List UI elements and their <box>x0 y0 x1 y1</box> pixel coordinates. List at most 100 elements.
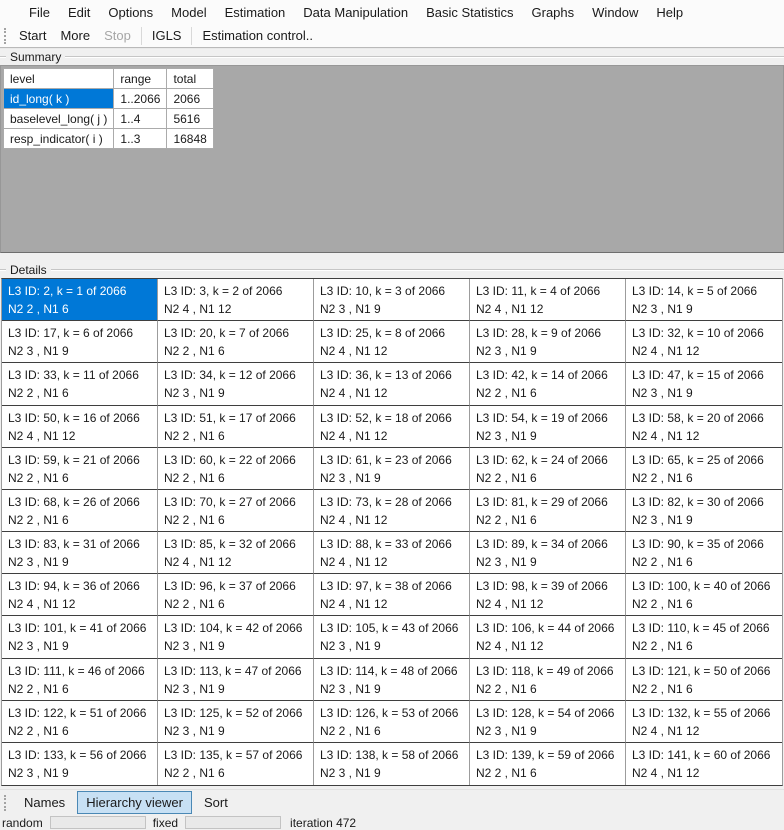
toolbar-button-more[interactable]: More <box>53 25 97 46</box>
hierarchy-cell-k55[interactable]: L3 ID: 132, k = 55 of 2066N2 4 , N1 12 <box>626 701 782 743</box>
cell-line1: L3 ID: 52, k = 18 of 2066 <box>320 409 463 427</box>
hierarchy-cell-k46[interactable]: L3 ID: 111, k = 46 of 2066N2 2 , N1 6 <box>2 659 158 701</box>
menu-item-help[interactable]: Help <box>647 1 692 24</box>
hierarchy-cell-k50[interactable]: L3 ID: 121, k = 50 of 2066N2 2 , N1 6 <box>626 659 782 701</box>
menu-item-data-manipulation[interactable]: Data Manipulation <box>294 1 417 24</box>
hierarchy-cell-k51[interactable]: L3 ID: 122, k = 51 of 2066N2 2 , N1 6 <box>2 701 158 743</box>
menu-item-estimation[interactable]: Estimation <box>216 1 295 24</box>
summary-cell-level[interactable]: id_long( k ) <box>4 89 114 109</box>
hierarchy-cell-k15[interactable]: L3 ID: 47, k = 15 of 2066N2 3 , N1 9 <box>626 363 782 405</box>
hierarchy-cell-k2[interactable]: L3 ID: 3, k = 2 of 2066N2 4 , N1 12 <box>158 279 314 321</box>
toolbar-button-igls[interactable]: IGLS <box>145 25 189 46</box>
hierarchy-cell-k35[interactable]: L3 ID: 90, k = 35 of 2066N2 2 , N1 6 <box>626 532 782 574</box>
hierarchy-cell-k40[interactable]: L3 ID: 100, k = 40 of 2066N2 2 , N1 6 <box>626 574 782 616</box>
hierarchy-cell-k7[interactable]: L3 ID: 20, k = 7 of 2066N2 2 , N1 6 <box>158 321 314 363</box>
hierarchy-cell-k11[interactable]: L3 ID: 33, k = 11 of 2066N2 2 , N1 6 <box>2 363 158 405</box>
hierarchy-cell-k14[interactable]: L3 ID: 42, k = 14 of 2066N2 2 , N1 6 <box>470 363 626 405</box>
cell-line1: L3 ID: 51, k = 17 of 2066 <box>164 409 307 427</box>
hierarchy-cell-k49[interactable]: L3 ID: 118, k = 49 of 2066N2 2 , N1 6 <box>470 659 626 701</box>
hierarchy-cell-k48[interactable]: L3 ID: 114, k = 48 of 2066N2 3 , N1 9 <box>314 659 470 701</box>
hierarchy-cell-k10[interactable]: L3 ID: 32, k = 10 of 2066N2 4 , N1 12 <box>626 321 782 363</box>
cell-line1: L3 ID: 81, k = 29 of 2066 <box>476 493 619 511</box>
hierarchy-cell-k43[interactable]: L3 ID: 105, k = 43 of 2066N2 3 , N1 9 <box>314 616 470 658</box>
hierarchy-cell-k56[interactable]: L3 ID: 133, k = 56 of 2066N2 3 , N1 9 <box>2 743 158 785</box>
menu-item-options[interactable]: Options <box>99 1 162 24</box>
hierarchy-cell-k28[interactable]: L3 ID: 73, k = 28 of 2066N2 4 , N1 12 <box>314 490 470 532</box>
hierarchy-cell-k5[interactable]: L3 ID: 14, k = 5 of 2066N2 3 , N1 9 <box>626 279 782 321</box>
tab-hierarchy-viewer[interactable]: Hierarchy viewer <box>77 791 192 814</box>
hierarchy-cell-k6[interactable]: L3 ID: 17, k = 6 of 2066N2 3 , N1 9 <box>2 321 158 363</box>
menu-item-file[interactable]: File <box>20 1 59 24</box>
toolbar-button-estimation-control[interactable]: Estimation control.. <box>195 25 320 46</box>
cell-line2: N2 3 , N1 9 <box>632 511 776 529</box>
cell-line1: L3 ID: 28, k = 9 of 2066 <box>476 324 619 342</box>
hierarchy-cell-k9[interactable]: L3 ID: 28, k = 9 of 2066N2 3 , N1 9 <box>470 321 626 363</box>
cell-line2: N2 3 , N1 9 <box>8 764 151 782</box>
hierarchy-cell-k44[interactable]: L3 ID: 106, k = 44 of 2066N2 4 , N1 12 <box>470 616 626 658</box>
hierarchy-cell-k53[interactable]: L3 ID: 126, k = 53 of 2066N2 2 , N1 6 <box>314 701 470 743</box>
hierarchy-cell-k23[interactable]: L3 ID: 61, k = 23 of 2066N2 3 , N1 9 <box>314 448 470 490</box>
menu-item-graphs[interactable]: Graphs <box>523 1 584 24</box>
hierarchy-cell-k54[interactable]: L3 ID: 128, k = 54 of 2066N2 3 , N1 9 <box>470 701 626 743</box>
menu-item-basic-statistics[interactable]: Basic Statistics <box>417 1 522 24</box>
summary-row-resp-indicator-i[interactable]: resp_indicator( i )1..316848 <box>4 129 214 149</box>
hierarchy-cell-k24[interactable]: L3 ID: 62, k = 24 of 2066N2 2 , N1 6 <box>470 448 626 490</box>
menu-item-window[interactable]: Window <box>583 1 647 24</box>
summary-cell-level[interactable]: resp_indicator( i ) <box>4 129 114 149</box>
hierarchy-cell-k8[interactable]: L3 ID: 25, k = 8 of 2066N2 4 , N1 12 <box>314 321 470 363</box>
hierarchy-cell-k29[interactable]: L3 ID: 81, k = 29 of 2066N2 2 , N1 6 <box>470 490 626 532</box>
summary-row-baselevel-long-j[interactable]: baselevel_long( j )1..45616 <box>4 109 214 129</box>
hierarchy-cell-k57[interactable]: L3 ID: 135, k = 57 of 2066N2 2 , N1 6 <box>158 743 314 785</box>
hierarchy-cell-k20[interactable]: L3 ID: 58, k = 20 of 2066N2 4 , N1 12 <box>626 406 782 448</box>
cell-line1: L3 ID: 94, k = 36 of 2066 <box>8 577 151 595</box>
hierarchy-cell-k30[interactable]: L3 ID: 82, k = 30 of 2066N2 3 , N1 9 <box>626 490 782 532</box>
menu-item-edit[interactable]: Edit <box>59 1 99 24</box>
summary-cell-level[interactable]: baselevel_long( j ) <box>4 109 114 129</box>
hierarchy-cell-k39[interactable]: L3 ID: 98, k = 39 of 2066N2 4 , N1 12 <box>470 574 626 616</box>
hierarchy-cell-k38[interactable]: L3 ID: 97, k = 38 of 2066N2 4 , N1 12 <box>314 574 470 616</box>
hierarchy-cell-k33[interactable]: L3 ID: 88, k = 33 of 2066N2 4 , N1 12 <box>314 532 470 574</box>
hierarchy-cell-k45[interactable]: L3 ID: 110, k = 45 of 2066N2 2 , N1 6 <box>626 616 782 658</box>
hierarchy-cell-k25[interactable]: L3 ID: 65, k = 25 of 2066N2 2 , N1 6 <box>626 448 782 490</box>
cell-line2: N2 4 , N1 12 <box>320 384 463 402</box>
hierarchy-cell-k1[interactable]: L3 ID: 2, k = 1 of 2066N2 2 , N1 6 <box>2 279 158 321</box>
cell-line2: N2 4 , N1 12 <box>476 595 619 613</box>
cell-line1: L3 ID: 83, k = 31 of 2066 <box>8 535 151 553</box>
hierarchy-cell-k18[interactable]: L3 ID: 52, k = 18 of 2066N2 4 , N1 12 <box>314 406 470 448</box>
hierarchy-cell-k27[interactable]: L3 ID: 70, k = 27 of 2066N2 2 , N1 6 <box>158 490 314 532</box>
hierarchy-cell-k59[interactable]: L3 ID: 139, k = 59 of 2066N2 2 , N1 6 <box>470 743 626 785</box>
hierarchy-cell-k52[interactable]: L3 ID: 125, k = 52 of 2066N2 3 , N1 9 <box>158 701 314 743</box>
hierarchy-cell-k41[interactable]: L3 ID: 101, k = 41 of 2066N2 3 , N1 9 <box>2 616 158 658</box>
hierarchy-cell-k21[interactable]: L3 ID: 59, k = 21 of 2066N2 2 , N1 6 <box>2 448 158 490</box>
hierarchy-cell-k47[interactable]: L3 ID: 113, k = 47 of 2066N2 3 , N1 9 <box>158 659 314 701</box>
cell-line1: L3 ID: 111, k = 46 of 2066 <box>8 662 151 680</box>
menu-item-model[interactable]: Model <box>162 1 215 24</box>
cell-line2: N2 3 , N1 9 <box>320 680 463 698</box>
cell-line2: N2 3 , N1 9 <box>320 764 463 782</box>
hierarchy-cell-k34[interactable]: L3 ID: 89, k = 34 of 2066N2 3 , N1 9 <box>470 532 626 574</box>
tab-names[interactable]: Names <box>15 791 74 814</box>
hierarchy-cell-k16[interactable]: L3 ID: 50, k = 16 of 2066N2 4 , N1 12 <box>2 406 158 448</box>
hierarchy-cell-k13[interactable]: L3 ID: 36, k = 13 of 2066N2 4 , N1 12 <box>314 363 470 405</box>
hierarchy-cell-k4[interactable]: L3 ID: 11, k = 4 of 2066N2 4 , N1 12 <box>470 279 626 321</box>
hierarchy-cell-k12[interactable]: L3 ID: 34, k = 12 of 2066N2 3 , N1 9 <box>158 363 314 405</box>
tab-sort[interactable]: Sort <box>195 791 237 814</box>
hierarchy-cell-k19[interactable]: L3 ID: 54, k = 19 of 2066N2 3 , N1 9 <box>470 406 626 448</box>
toolbar-button-start[interactable]: Start <box>12 25 53 46</box>
hierarchy-cell-k26[interactable]: L3 ID: 68, k = 26 of 2066N2 2 , N1 6 <box>2 490 158 532</box>
hierarchy-cell-k37[interactable]: L3 ID: 96, k = 37 of 2066N2 2 , N1 6 <box>158 574 314 616</box>
toolbar-gripper <box>4 28 7 44</box>
hierarchy-cell-k36[interactable]: L3 ID: 94, k = 36 of 2066N2 4 , N1 12 <box>2 574 158 616</box>
hierarchy-cell-k32[interactable]: L3 ID: 85, k = 32 of 2066N2 4 , N1 12 <box>158 532 314 574</box>
hierarchy-cell-k31[interactable]: L3 ID: 83, k = 31 of 2066N2 3 , N1 9 <box>2 532 158 574</box>
hierarchy-cell-k3[interactable]: L3 ID: 10, k = 3 of 2066N2 3 , N1 9 <box>314 279 470 321</box>
cell-line1: L3 ID: 11, k = 4 of 2066 <box>476 282 619 300</box>
summary-row-id-long-k[interactable]: id_long( k )1..20662066 <box>4 89 214 109</box>
cell-line2: N2 4 , N1 12 <box>320 511 463 529</box>
hierarchy-cell-k60[interactable]: L3 ID: 141, k = 60 of 2066N2 4 , N1 12 <box>626 743 782 785</box>
hierarchy-cell-k22[interactable]: L3 ID: 60, k = 22 of 2066N2 2 , N1 6 <box>158 448 314 490</box>
cell-line2: N2 3 , N1 9 <box>476 553 619 571</box>
hierarchy-cell-k58[interactable]: L3 ID: 138, k = 58 of 2066N2 3 , N1 9 <box>314 743 470 785</box>
hierarchy-cell-k42[interactable]: L3 ID: 104, k = 42 of 2066N2 3 , N1 9 <box>158 616 314 658</box>
hierarchy-cell-k17[interactable]: L3 ID: 51, k = 17 of 2066N2 2 , N1 6 <box>158 406 314 448</box>
